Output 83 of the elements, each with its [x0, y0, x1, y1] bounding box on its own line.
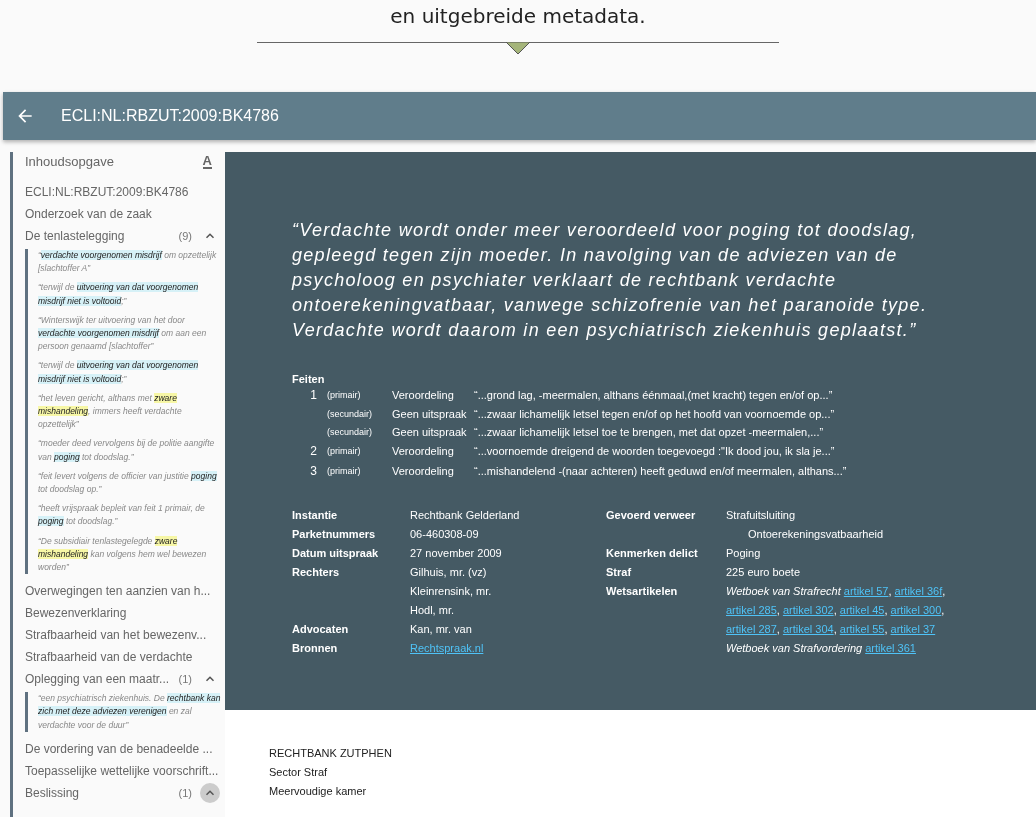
metadata-label: Instantie	[292, 508, 339, 523]
source-link[interactable]: Rechtspraak.nl	[410, 642, 484, 654]
triangle-marker-icon	[506, 42, 530, 54]
toc-link[interactable]: Strafbaarheid van het bewezenv...	[25, 628, 222, 643]
article-link[interactable]: artikel 37	[890, 623, 936, 635]
fact-excerpt: “...zwaar lichamelijk letsel tegen en/of op het hoofd van voornoemde op...”	[474, 408, 836, 420]
article-link[interactable]: artikel 304	[782, 623, 834, 635]
law-articles-line: artikel 287, artikel 304, artikel 55, artikel 37	[726, 622, 937, 637]
toc-link[interactable]: Bewezenverklaring	[25, 606, 222, 621]
toc-link[interactable]: Oplegging van een maatr...	[25, 672, 179, 687]
law-articles-line: artikel 285, artikel 302, artikel 45, artikel 300,	[726, 603, 946, 618]
metadata-label: Wetsartikelen	[606, 584, 679, 599]
toc-link[interactable]: Beslissing	[25, 785, 179, 800]
toc-link[interactable]: ECLI:NL:RBZUT:2009:BK4786	[25, 185, 222, 199]
toc-title: Inhoudsopgave	[25, 154, 114, 169]
metadata-value: Strafuitsluiting	[726, 508, 797, 523]
fact-outcome: Geen uitspraak	[392, 426, 468, 438]
fact-number: 3	[309, 464, 318, 478]
fact-type: (primair)	[327, 390, 362, 400]
document-text: Meervoudige kamer	[269, 784, 368, 799]
search-snippet[interactable]: “Winterswijk ter uitvoering van het door verdachte voorgenomen misdrijf om aan een persoon genaamd [slachtoffer”	[38, 313, 222, 354]
metadata-value: Kan, mr. van	[410, 622, 473, 637]
match-count: (1)	[178, 786, 192, 799]
fact-excerpt: “...mishandelend -(naar achteren) heeft geduwd en/of meermalen, althans...”	[474, 465, 848, 477]
fact-number: 2	[309, 444, 318, 458]
metadata-value: Gilhuis, mr. (vz)	[410, 565, 488, 580]
toc-link[interactable]: Onderzoek van de zaak	[25, 207, 222, 221]
metadata-value: Kleinrensink, mr.	[410, 584, 493, 599]
fact-outcome: Veroordeling	[392, 465, 455, 477]
match-count: (1)	[178, 673, 192, 686]
intro-text: en uitgebreide metadata.	[390, 3, 646, 30]
fact-excerpt: “...zwaar lichamelijk letsel toe te brengen, met dat opzet -meermalen,...”	[474, 426, 825, 438]
search-snippet[interactable]: “feit levert volgens de officier van justitie poging tot doodslag op.”	[38, 469, 222, 497]
metadata-value: Poging	[726, 546, 762, 561]
match-count: (9)	[178, 230, 192, 242]
metadata-label: Bronnen	[292, 641, 339, 656]
search-snippet[interactable]: “moeder deed vervolgens bij de politie aangifte van poging tot doodslag.”	[38, 437, 222, 464]
metadata-value: Hodl, mr.	[410, 603, 455, 618]
article-link[interactable]: artikel 302	[782, 604, 834, 616]
metadata-label: Datum uitspraak	[292, 546, 380, 561]
metadata-label: Parketnummers	[292, 527, 377, 542]
metadata-label: Kenmerken delict	[606, 546, 699, 561]
metadata-value: 225 euro boete	[726, 565, 801, 580]
font-size-button[interactable]: A	[202, 154, 212, 169]
toc-link[interactable]: Strafbaarheid van de verdachte	[25, 650, 222, 665]
metadata-label: Gevoerd verweer	[606, 508, 697, 523]
toc-link[interactable]: De vordering van de benadeelde ...	[25, 741, 222, 756]
metadata-label: Advocaten	[292, 622, 350, 637]
summary-quote: “Verdachte wordt onder meer veroordeeld voor poging tot doodslag, gepleegd tegen zijn moeder. In navolging van de adviezen van de psycholoog en psychiater verklaart de rechtbank verdachte ontoerekeningvatbaar, vanwege schizofrenie van het paranoide type. Verdachte wordt daarom in een psychiatrisch ziekenhuis geplaatst.”	[292, 219, 929, 342]
collapse-toggle[interactable]	[200, 782, 220, 803]
document-title: ECLI:NL:RBZUT:2009:BK4786	[61, 107, 279, 125]
metadata-value: 27 november 2009	[410, 546, 503, 561]
fact-outcome: Veroordeling	[392, 389, 455, 401]
search-snippet[interactable]: “het leven gericht, althans met zware mishandeling, immers heeft verdachte opzettelijk”	[38, 391, 222, 432]
metadata-value: 06-460308-09	[410, 527, 480, 542]
article-link[interactable]: artikel 57	[843, 585, 889, 597]
fact-excerpt: “...grond lag, -meermalen, althans éénmaal,(met kracht) tegen en/of op...”	[474, 389, 834, 401]
article-link[interactable]: artikel 285	[726, 604, 777, 616]
fact-excerpt: “...voornoemde dreigend de woorden toegevoegd :"Ik dood jou, ik sla je...”	[474, 445, 836, 457]
article-link[interactable]: artikel 361	[865, 642, 916, 654]
fact-outcome: Veroordeling	[392, 445, 455, 457]
search-snippet[interactable]: “verdachte voorgenomen misdrijf om opzettelijk [slachtoffer A”	[38, 249, 222, 276]
document-text: RECHTBANK ZUTPHEN	[269, 746, 393, 761]
law-articles-line: Wetboek van Strafvordering artikel 361	[726, 641, 917, 656]
toc-link[interactable]: Toepasselijke wettelijke voorschrift...	[25, 763, 222, 778]
fact-type: (primair)	[327, 446, 362, 456]
fact-type: (secundair)	[327, 409, 374, 419]
fact-type: (secundair)	[327, 427, 374, 437]
fact-type: (primair)	[327, 466, 362, 476]
facts-heading: Feiten	[292, 373, 326, 385]
fact-number: 1	[309, 388, 318, 402]
toc-link[interactable]: De tenlastelegging	[25, 229, 179, 243]
metadata-label: Rechters	[292, 565, 341, 580]
metadata-label: Straf	[606, 565, 633, 580]
fact-outcome: Geen uitspraak	[392, 408, 468, 420]
search-snippet[interactable]: “De subsidiair tenlastegelegde zware mishandeling kan volgens hem wel bewezen worden”	[38, 534, 222, 575]
document-text: Sector Straf	[269, 765, 329, 780]
toc-link[interactable]: Overwegingen ten aanzien van h...	[25, 584, 222, 599]
metadata-value: Ontoerekeningsvatbaarheid	[747, 527, 885, 542]
search-snippet[interactable]: “heeft vrijspraak bepleit van feit 1 primair, de poging tot doodslag.”	[38, 502, 222, 529]
article-link[interactable]: artikel 287	[726, 623, 777, 635]
metadata-value: Rechtbank Gelderland	[410, 508, 521, 523]
law-articles-line: Wetboek van Strafrecht artikel 57, artikel 36f,	[726, 584, 947, 599]
